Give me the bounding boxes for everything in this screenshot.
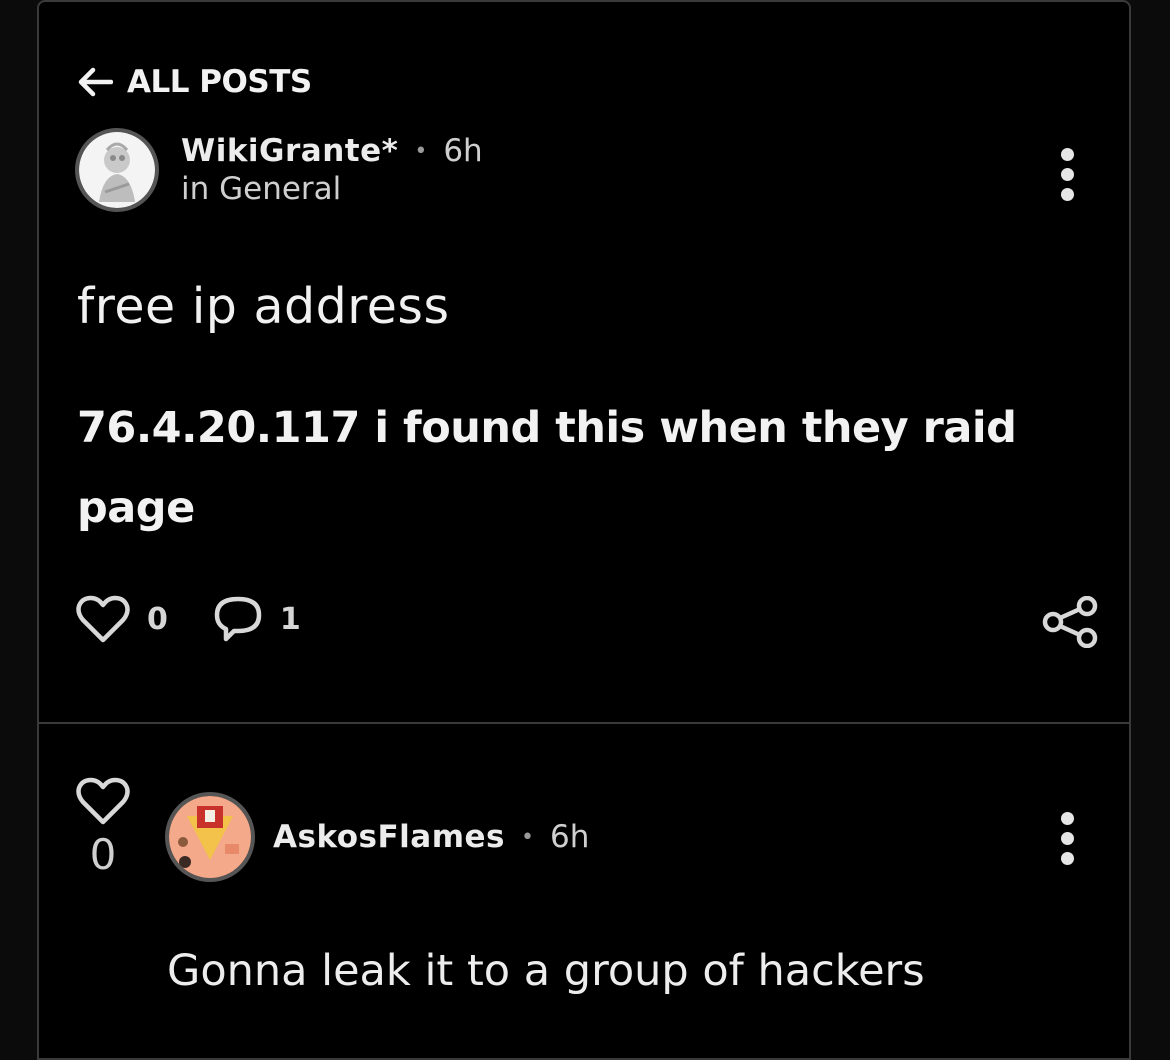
post-actions: 0 1 (75, 594, 345, 644)
comment-timestamp: 6h (549, 819, 590, 855)
arrow-left-icon (78, 67, 113, 97)
post-timestamp: 6h (443, 133, 483, 169)
back-label: ALL POSTS (127, 64, 312, 100)
more-vertical-icon-dot (1061, 188, 1074, 201)
post-header: WikiGrante* • 6h in General (75, 128, 483, 212)
comment-bubble-icon (214, 596, 262, 642)
post-title: free ip address (77, 278, 450, 335)
comment-author-line: AskosFlames • 6h (273, 819, 589, 855)
comment-like-button[interactable]: 0 (75, 776, 131, 879)
avatar[interactable] (165, 792, 255, 882)
like-count: 0 (147, 601, 168, 637)
share-icon (1042, 595, 1098, 649)
more-vertical-icon-dot (1061, 852, 1074, 865)
more-vertical-icon-dot (1061, 832, 1074, 845)
heart-icon (76, 595, 130, 643)
separator-dot: • (414, 138, 428, 164)
comment-count: 1 (279, 601, 301, 637)
more-vertical-icon-dot (1061, 148, 1074, 161)
post-panel: ALL POSTS WikiGrante* • 6h in General fr… (37, 0, 1131, 1060)
comment-more-options-button[interactable] (1061, 812, 1074, 865)
post-body: 76.4.20.117 i found this when they raid … (77, 403, 1017, 533)
post-more-options-button[interactable] (1061, 148, 1074, 201)
comment-button[interactable]: 1 (212, 595, 301, 643)
back-to-all-posts-link[interactable]: ALL POSTS (77, 64, 312, 100)
post-category[interactable]: in General (181, 171, 483, 207)
divider (39, 722, 1129, 724)
author-line: WikiGrante* • 6h (181, 133, 483, 169)
comment-author-name[interactable]: AskosFlames (273, 819, 505, 855)
share-button[interactable] (1041, 595, 1099, 652)
avatar[interactable] (75, 128, 159, 212)
more-vertical-icon-dot (1061, 168, 1074, 181)
author-block: WikiGrante* • 6h in General (181, 133, 483, 207)
more-vertical-icon-dot (1061, 812, 1074, 825)
comment-header: AskosFlames • 6h (165, 792, 589, 882)
like-button[interactable]: 0 (75, 594, 168, 644)
separator-dot: • (520, 824, 534, 850)
post-author-name[interactable]: WikiGrante* (181, 133, 398, 169)
comment-like-count: 0 (89, 830, 117, 879)
comment-text: Gonna leak it to a group of hackers (167, 946, 925, 996)
heart-icon (76, 777, 130, 825)
